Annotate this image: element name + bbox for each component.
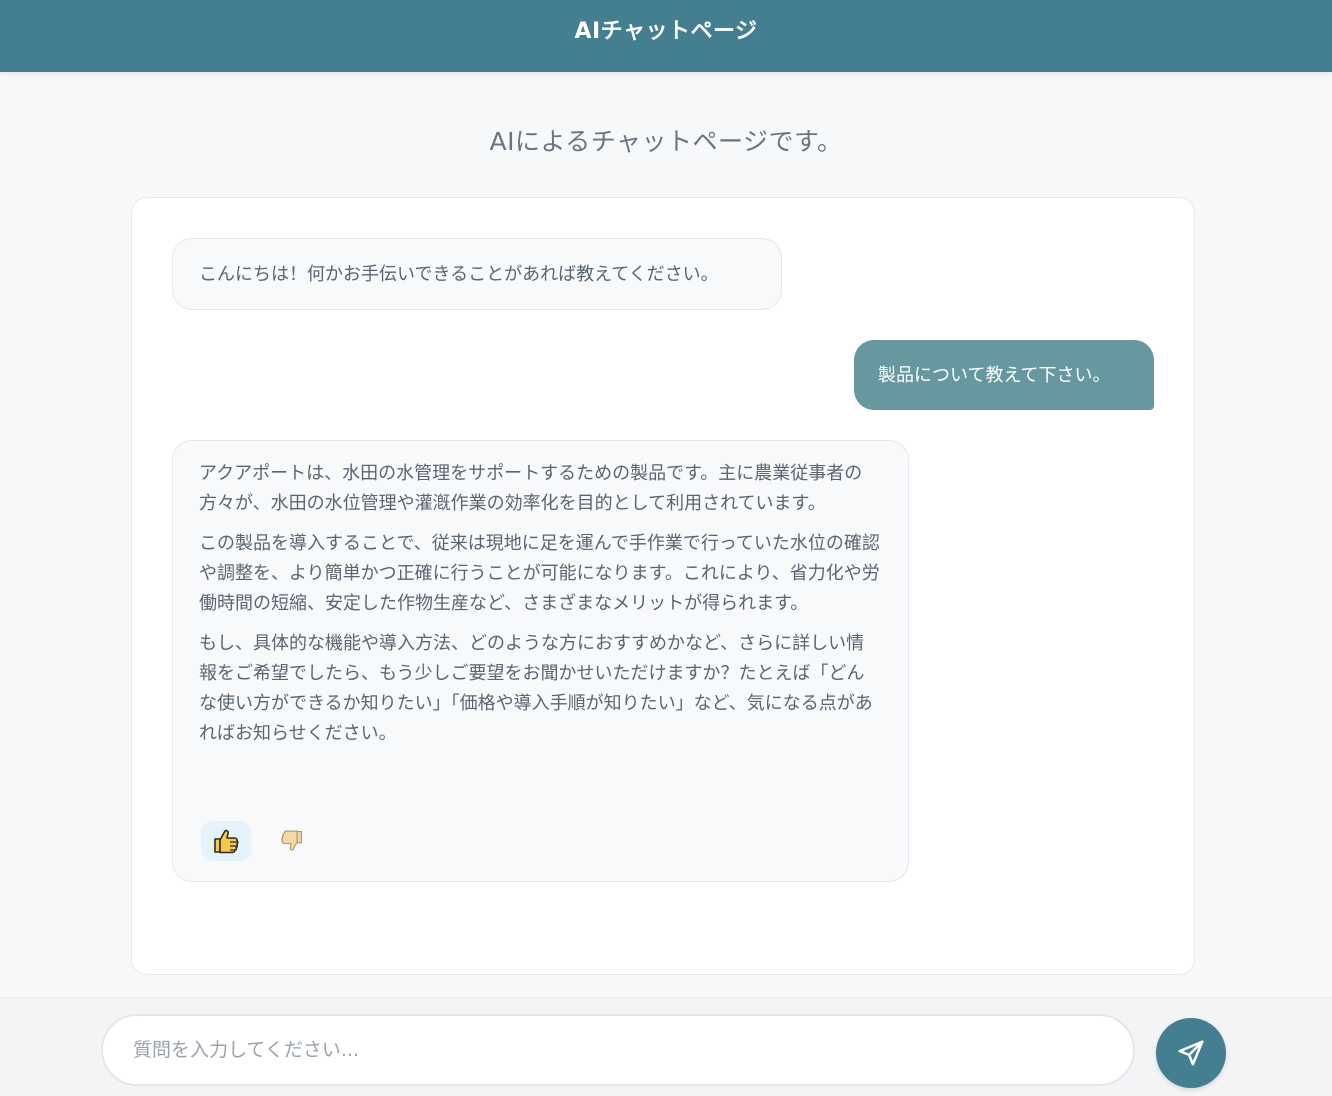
- chat-container: こんにちは！何かお手伝いできることがあれば教えてください。 製品について教えて下…: [131, 197, 1195, 975]
- user-message: 製品について教えて下さい。: [854, 340, 1154, 410]
- thumbs-up-button[interactable]: [201, 821, 251, 861]
- send-icon: [1178, 1040, 1204, 1066]
- ai-message: アクアポートは、水田の水管理をサポートするための製品です。主に農業従事者の方々が…: [172, 440, 909, 882]
- feedback-controls: [201, 821, 317, 861]
- ai-message-paragraph: もし、具体的な機能や導入方法、どのような方におすすめかなど、さらに詳しい情報をご…: [199, 633, 873, 744]
- ai-message-text: こんにちは！何かお手伝いできることがあれば教えてください。: [199, 264, 719, 285]
- question-input[interactable]: [101, 1014, 1135, 1086]
- ai-message-paragraph: アクアポートは、水田の水管理をサポートするための製品です。主に農業従事者の方々が…: [199, 463, 863, 514]
- ai-message: こんにちは！何かお手伝いできることがあれば教えてください。: [172, 238, 782, 310]
- thumbs-down-button[interactable]: [267, 821, 317, 861]
- send-button[interactable]: [1156, 1018, 1226, 1088]
- page-subtitle: AIによるチャットページです。: [489, 127, 843, 156]
- user-message-text: 製品について教えて下さい。: [878, 365, 1111, 386]
- ai-message-paragraph: この製品を導入することで、従来は現地に足を運んで手作業で行っていた水位の確認や調…: [199, 533, 880, 614]
- input-bar: [0, 997, 1332, 1096]
- thumbs-down-icon: [281, 830, 303, 851]
- app-header: AIチャットページ: [0, 0, 1332, 72]
- page-title: AIチャットページ: [574, 19, 758, 44]
- thumbs-up-icon: [214, 829, 239, 854]
